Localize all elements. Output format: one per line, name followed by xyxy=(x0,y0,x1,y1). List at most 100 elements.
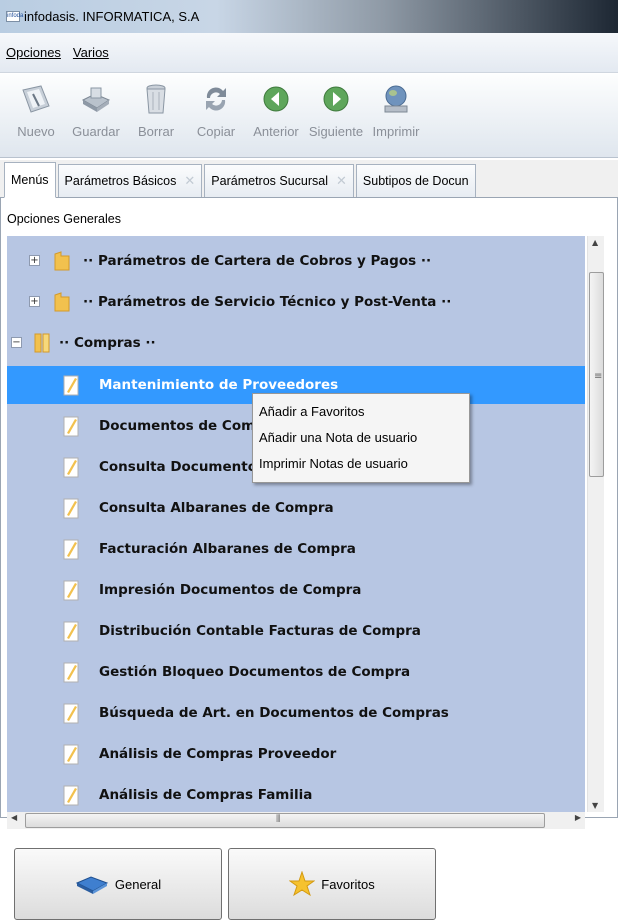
save-button[interactable]: Guardar xyxy=(66,74,126,158)
tree-node-label: ·· Compras ·· xyxy=(59,335,156,351)
document-icon xyxy=(63,744,79,765)
tree-node-label: Facturación Albaranes de Compra xyxy=(99,541,356,557)
tree-node[interactable]: + ·· Parámetros de Servicio Técnico y Po… xyxy=(7,283,585,321)
tab-parametros-sucursal-label: Parámetros Sucursal xyxy=(211,174,329,188)
favorites-label: Favoritos xyxy=(321,876,375,892)
previous-icon xyxy=(259,82,293,116)
tree-node-label: Consulta Albaranes de Compra xyxy=(99,500,334,516)
tree-node[interactable]: Impresión Documentos de Compra xyxy=(7,571,585,609)
tree-node-label: Distribución Contable Facturas de Compra xyxy=(99,623,421,639)
document-icon xyxy=(63,621,79,642)
tab-parametros-sucursal[interactable]: Parámetros Sucursal ✕ xyxy=(204,164,354,197)
tab-menus[interactable]: Menús xyxy=(4,162,56,198)
document-icon xyxy=(63,703,79,724)
print-icon xyxy=(379,82,413,116)
menu-panel: Opciones Generales + ·· Parámetros de Ca… xyxy=(0,198,618,829)
tab-menus-label: Menús xyxy=(11,173,49,187)
document-icon xyxy=(63,416,79,437)
document-icon xyxy=(63,498,79,519)
tab-subtipos-documento-label: Subtipos de Docun xyxy=(362,174,469,188)
toolbar: Nuevo Guardar Borrar Copiar Anterior Sig… xyxy=(0,74,618,158)
next-icon xyxy=(319,82,353,116)
book-icon xyxy=(75,876,109,894)
general-button[interactable]: General xyxy=(14,848,222,920)
copy-button[interactable]: Copiar xyxy=(186,74,246,158)
document-icon xyxy=(63,539,79,560)
context-menu: Añadir a Favoritos Añadir una Nota de us… xyxy=(252,393,470,483)
document-icon xyxy=(63,785,79,806)
document-icon xyxy=(63,375,79,396)
folder-icon xyxy=(54,251,70,271)
new-label: Nuevo xyxy=(17,124,55,139)
expand-icon[interactable]: + xyxy=(29,296,40,307)
star-icon xyxy=(289,871,316,897)
tree-node[interactable]: + ·· Parámetros de Cartera de Cobros y P… xyxy=(7,242,585,280)
tab-subtipos-documento[interactable]: Subtipos de Docun xyxy=(355,164,476,197)
trash-icon xyxy=(139,82,173,116)
document-icon xyxy=(63,580,79,601)
scroll-right-icon[interactable]: ▶ xyxy=(575,813,581,822)
print-label: Imprimir xyxy=(372,124,420,139)
tree-node[interactable]: Facturación Albaranes de Compra xyxy=(7,530,585,568)
tree-node-label: ·· Parámetros de Cartera de Cobros y Pag… xyxy=(83,253,432,269)
tree-node[interactable]: Gestión Bloqueo Documentos de Compra xyxy=(7,653,585,691)
new-icon xyxy=(19,82,53,116)
tree-node-label: Mantenimiento de Proveedores xyxy=(99,377,339,393)
tree-node[interactable]: Análisis de Compras Proveedor xyxy=(7,735,585,773)
next-label: Siguiente xyxy=(308,124,364,139)
copy-icon xyxy=(199,82,233,116)
save-label: Guardar xyxy=(72,124,120,139)
tree-node[interactable]: Consulta Albaranes de Compra xyxy=(7,489,585,527)
document-icon xyxy=(63,662,79,683)
scroll-left-icon[interactable]: ◀ xyxy=(11,813,17,822)
next-button[interactable]: Siguiente xyxy=(306,74,366,158)
tree-node-label: Gestión Bloqueo Documentos de Compra xyxy=(99,664,411,680)
tree-node[interactable]: Distribución Contable Facturas de Compra xyxy=(7,612,585,650)
previous-label: Anterior xyxy=(253,124,299,139)
horizontal-scroll-thumb[interactable]: ⦀ xyxy=(25,813,545,828)
tab-strip: Menús Parámetros Básicos ✕ Parámetros Suc… xyxy=(0,160,618,198)
open-folder-icon xyxy=(34,333,50,353)
previous-button[interactable]: Anterior xyxy=(246,74,306,158)
folder-icon xyxy=(54,292,70,312)
scroll-up-icon[interactable]: ▲ xyxy=(592,238,598,247)
vertical-scrollbar[interactable]: ▲ ≡ ▼ xyxy=(587,236,604,812)
close-tab-icon[interactable]: ✕ xyxy=(336,173,347,189)
document-icon xyxy=(63,457,79,478)
print-button[interactable]: Imprimir xyxy=(366,74,426,158)
vertical-scroll-thumb[interactable]: ≡ xyxy=(589,272,604,477)
tree-node-label: Análisis de Compras Proveedor xyxy=(99,746,337,762)
copy-label: Copiar xyxy=(196,124,236,139)
close-tab-icon[interactable]: ✕ xyxy=(184,173,195,189)
scroll-down-icon[interactable]: ▼ xyxy=(592,801,598,810)
menu-opciones[interactable]: Opciones xyxy=(6,45,61,60)
window-title: infodasis. INFORMATICA, S.A xyxy=(24,9,200,24)
tree-node-label: Análisis de Compras Familia xyxy=(99,787,313,803)
menu-tree: + ·· Parámetros de Cartera de Cobros y P… xyxy=(7,236,585,812)
favorites-button[interactable]: Favoritos xyxy=(228,848,436,920)
delete-label: Borrar xyxy=(137,124,175,139)
section-title: Opciones Generales xyxy=(7,212,121,226)
tree-node-label: ·· Parámetros de Servicio Técnico y Post… xyxy=(83,294,452,310)
horizontal-scrollbar[interactable]: ◀ ⦀ ▶ xyxy=(7,812,585,829)
tab-parametros-basicos[interactable]: Parámetros Básicos ✕ xyxy=(57,164,203,197)
new-button[interactable]: Nuevo xyxy=(6,74,66,158)
menu-item-add-favorite[interactable]: Añadir a Favoritos xyxy=(253,398,469,424)
expand-icon[interactable]: + xyxy=(29,255,40,266)
save-icon xyxy=(79,82,113,116)
app-icon: infoda xyxy=(6,11,23,22)
grip-icon: ≡ xyxy=(594,371,603,382)
title-bar: infoda infodasis. INFORMATICA, S.A xyxy=(0,0,618,33)
grip-icon: ⦀ xyxy=(276,814,281,825)
tree-node[interactable]: Búsqueda de Art. en Documentos de Compra… xyxy=(7,694,585,732)
menu-item-add-note[interactable]: Añadir una Nota de usuario xyxy=(253,424,469,450)
collapse-icon[interactable]: − xyxy=(11,337,22,348)
tree-node-label: Búsqueda de Art. en Documentos de Compra… xyxy=(99,705,449,721)
delete-button[interactable]: Borrar xyxy=(126,74,186,158)
tree-node[interactable]: − ·· Compras ·· xyxy=(7,324,585,362)
menu-item-print-notes[interactable]: Imprimir Notas de usuario xyxy=(253,450,469,476)
tree-node[interactable]: Análisis de Compras Familia xyxy=(7,776,585,812)
menu-bar: Opciones Varios xyxy=(0,33,618,73)
general-label: General xyxy=(114,876,162,892)
menu-varios[interactable]: Varios xyxy=(73,45,109,60)
